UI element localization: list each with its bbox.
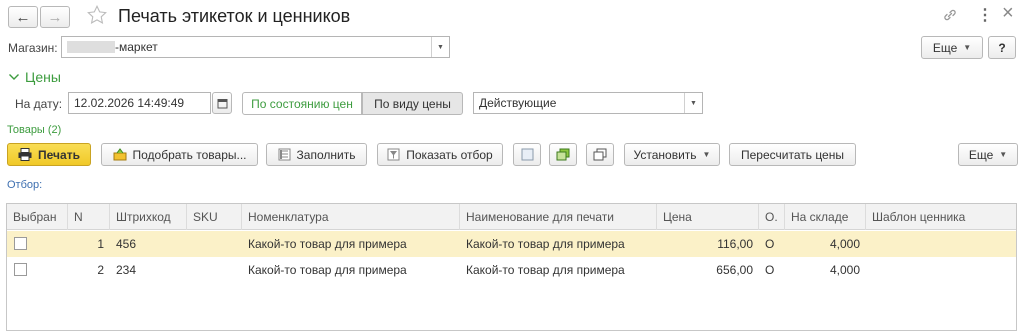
fill-icon — [278, 148, 291, 161]
col-in-stock[interactable]: На складе — [785, 204, 866, 230]
more-menu-icon[interactable]: ⋮ — [977, 5, 993, 25]
row-checkbox[interactable] — [14, 237, 27, 250]
price-kind-value: Действующие — [479, 96, 557, 110]
col-sku[interactable]: SKU — [187, 204, 242, 230]
row-o: О — [765, 237, 775, 251]
duplicate-button[interactable] — [586, 143, 614, 166]
col-print-name[interactable]: Наименование для печати — [460, 204, 657, 230]
chevron-down-icon — [9, 74, 19, 80]
table-view-button[interactable] — [513, 143, 541, 166]
col-barcode[interactable]: Штрихкод — [110, 204, 187, 230]
filter-link[interactable]: Отбор: — [7, 179, 42, 191]
row-price: 116,00 — [717, 237, 753, 251]
arrow-left-icon: ← — [15, 8, 31, 26]
store-value: -маркет — [115, 40, 158, 54]
row-barcode: 234 — [116, 263, 137, 277]
fill-button[interactable]: Заполнить — [266, 143, 367, 166]
row-sku — [187, 257, 242, 283]
price-kind-select[interactable]: Действующие ▼ — [473, 92, 703, 114]
col-nomenclature[interactable]: Номенклатура — [242, 204, 460, 230]
table-row[interactable]: 1 456 Какой-то товар для примера Какой-т… — [7, 231, 1016, 257]
duplicate-icon — [593, 148, 607, 161]
row-in-stock: 4,000 — [829, 263, 860, 277]
row-template — [866, 257, 1018, 283]
window-title: Печать этикеток и ценников — [118, 6, 351, 26]
toggle-by-type[interactable]: По виду цены — [362, 92, 463, 115]
more-button-top[interactable]: Еще ▼ — [921, 36, 983, 59]
back-button[interactable]: ← — [8, 6, 38, 28]
dropdown-arrow-icon[interactable]: ▼ — [684, 93, 702, 113]
print-button-label: Печать — [38, 147, 80, 162]
selected-cell — [7, 257, 68, 283]
row-in-stock: 4,000 — [829, 237, 860, 251]
row-o: О — [765, 263, 775, 277]
print-button[interactable]: Печать — [7, 143, 91, 166]
store-label: Магазин: — [8, 41, 58, 55]
date-label: На дату: — [15, 97, 63, 111]
row-number: 1 — [97, 237, 104, 251]
col-price[interactable]: Цена — [657, 204, 759, 230]
row-template — [866, 231, 1018, 257]
fill-button-label: Заполнить — [296, 147, 356, 162]
recalculate-prices-button[interactable]: Пересчитать цены — [729, 143, 856, 166]
copy-rows-button[interactable] — [549, 143, 577, 166]
row-print-name: Какой-то товар для примера — [466, 237, 625, 251]
dropdown-arrow-icon[interactable]: ▼ — [431, 37, 449, 57]
filter-icon — [387, 148, 400, 161]
set-button[interactable]: Установить ▼ — [624, 143, 720, 166]
table-view-icon — [521, 148, 533, 161]
pick-goods-label: Подобрать товары... — [132, 147, 247, 162]
row-sku — [187, 231, 242, 257]
more-button-goods[interactable]: Еще ▼ — [958, 143, 1018, 166]
more-button-label: Еще — [932, 40, 958, 55]
toggle-by-type-label: По виду цены — [374, 96, 451, 111]
row-print-name: Какой-то товар для примера — [466, 263, 625, 277]
row-nomenclature: Какой-то товар для примера — [248, 263, 407, 277]
toggle-by-state[interactable]: По состоянию цен — [242, 92, 362, 115]
help-button[interactable]: ? — [988, 36, 1016, 59]
recalculate-prices-label: Пересчитать цены — [741, 147, 844, 162]
prices-collapse-toggle[interactable]: Цены — [8, 69, 61, 85]
selected-cell — [7, 231, 68, 257]
prices-section-title: Цены — [25, 69, 61, 85]
row-nomenclature: Какой-то товар для примера — [248, 237, 407, 251]
table-row[interactable]: 2 234 Какой-то товар для примера Какой-т… — [7, 257, 1016, 283]
printer-icon — [18, 148, 32, 161]
row-barcode: 456 — [116, 237, 137, 251]
date-input[interactable]: 12.02.2026 14:49:49 — [68, 92, 211, 114]
caret-down-icon: ▼ — [999, 150, 1008, 159]
copy-rows-icon — [556, 148, 570, 161]
help-label: ? — [998, 40, 1006, 55]
favorite-star-icon[interactable] — [86, 4, 108, 29]
pick-goods-button[interactable]: Подобрать товары... — [101, 143, 258, 166]
store-select[interactable]: -маркет ▼ — [61, 36, 450, 58]
forward-button[interactable]: → — [40, 6, 70, 28]
more-button-goods-label: Еще — [968, 147, 994, 162]
pick-goods-icon — [113, 148, 127, 161]
arrow-right-icon: → — [47, 8, 63, 26]
calendar-button[interactable] — [212, 92, 232, 114]
goods-table: Выбран N Штрихкод SKU Номенклатура Наиме… — [6, 203, 1017, 331]
goods-section-title: Товары (2) — [7, 124, 62, 136]
row-checkbox[interactable] — [14, 263, 27, 276]
toggle-by-state-label: По состоянию цен — [251, 96, 353, 111]
show-filter-button[interactable]: Показать отбор — [377, 143, 503, 166]
set-button-label: Установить — [633, 147, 697, 162]
close-icon[interactable]: × — [1002, 2, 1014, 25]
col-o[interactable]: О. — [759, 204, 785, 230]
col-template[interactable]: Шаблон ценника — [866, 204, 1018, 230]
col-selected[interactable]: Выбран — [7, 204, 68, 230]
col-n[interactable]: N — [68, 204, 110, 230]
caret-down-icon: ▼ — [963, 43, 972, 52]
row-number: 2 — [97, 263, 104, 277]
table-header: Выбран N Штрихкод SKU Номенклатура Наиме… — [7, 204, 1016, 230]
show-filter-label: Показать отбор — [406, 147, 493, 162]
store-name-redacted — [67, 41, 115, 53]
row-price: 656,00 — [716, 263, 753, 277]
caret-down-icon: ▼ — [702, 150, 711, 159]
calendar-icon — [217, 98, 227, 108]
link-icon[interactable] — [942, 7, 958, 26]
